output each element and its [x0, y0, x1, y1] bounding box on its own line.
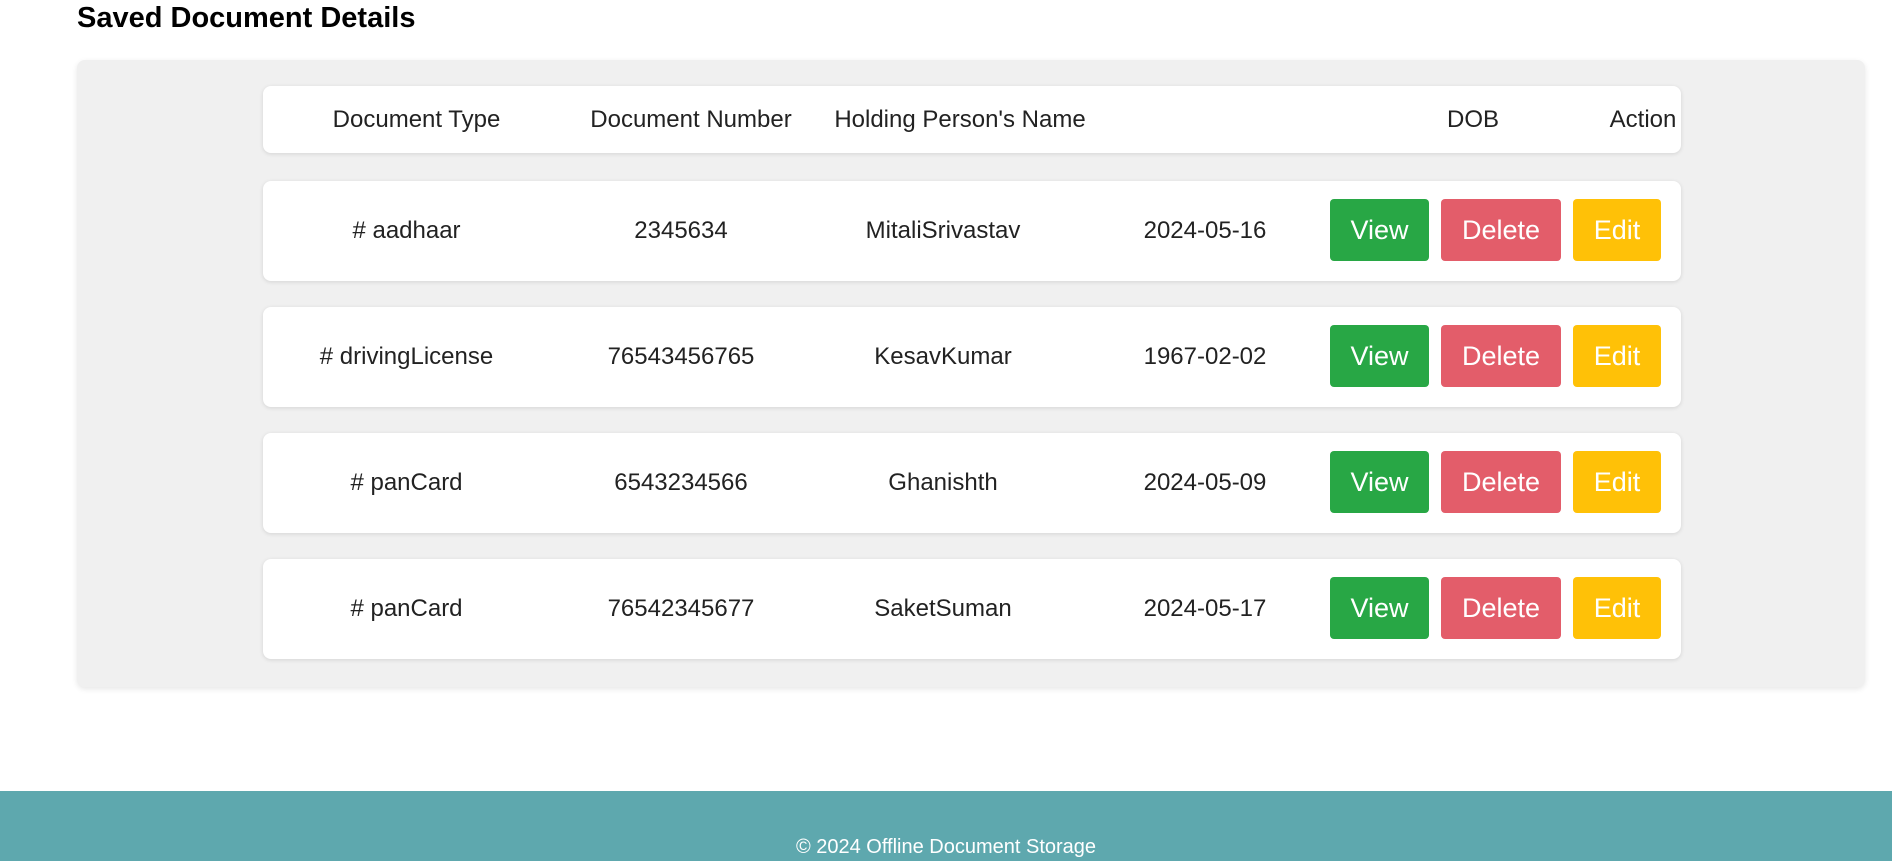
cell-holder-name: KesavKumar	[874, 343, 1012, 370]
table-row: # drivingLicense 76543456765 KesavKumar …	[263, 307, 1681, 407]
documents-panel: Document Type Document Number Holding Pe…	[77, 60, 1865, 687]
edit-button[interactable]: Edit	[1573, 577, 1661, 639]
cell-dob: 2024-05-16	[1143, 217, 1267, 244]
page-title: Saved Document Details	[77, 2, 416, 34]
edit-button[interactable]: Edit	[1573, 199, 1661, 261]
header-dob: DOB	[1446, 105, 1499, 133]
view-button[interactable]: View	[1330, 325, 1429, 387]
view-button[interactable]: View	[1330, 577, 1429, 639]
cell-holder-name: Ghanishth	[888, 469, 998, 496]
header-action: Action	[1609, 105, 1677, 133]
cell-holder-name: MitaliSrivastav	[865, 217, 1021, 244]
page-footer: © 2024 Offline Document Storage	[0, 791, 1892, 861]
footer-copyright: © 2024 Offline Document Storage	[795, 836, 1097, 858]
row-actions: View Delete Edit	[1330, 451, 1661, 513]
cell-document-type: # panCard	[350, 469, 463, 496]
delete-button[interactable]: Delete	[1441, 577, 1561, 639]
cell-document-type: # drivingLicense	[319, 343, 494, 370]
cell-document-number: 6543234566	[614, 469, 748, 496]
view-button[interactable]: View	[1330, 451, 1429, 513]
table-row: # aadhaar 2345634 MitaliSrivastav 2024-0…	[263, 181, 1681, 281]
view-button[interactable]: View	[1330, 199, 1429, 261]
header-holder-name: Holding Person's Name	[834, 105, 1086, 133]
page-root: Saved Document Details Document Type Doc…	[0, 0, 1892, 861]
cell-document-type: # aadhaar	[352, 217, 461, 244]
table-row: # panCard 76542345677 SaketSuman 2024-05…	[263, 559, 1681, 659]
row-actions: View Delete Edit	[1330, 199, 1661, 261]
delete-button[interactable]: Delete	[1441, 199, 1561, 261]
cell-dob: 2024-05-09	[1143, 469, 1267, 496]
row-actions: View Delete Edit	[1330, 325, 1661, 387]
cell-dob: 1967-02-02	[1143, 343, 1267, 370]
cell-document-type: # panCard	[350, 595, 463, 622]
edit-button[interactable]: Edit	[1573, 325, 1661, 387]
delete-button[interactable]: Delete	[1441, 451, 1561, 513]
cell-document-number: 2345634	[634, 217, 728, 244]
cell-holder-name: SaketSuman	[874, 595, 1012, 622]
header-document-number: Document Number	[590, 105, 792, 133]
header-document-type: Document Type	[332, 105, 501, 133]
delete-button[interactable]: Delete	[1441, 325, 1561, 387]
cell-document-number: 76543456765	[607, 343, 755, 370]
table-header: Document Type Document Number Holding Pe…	[263, 86, 1681, 153]
row-actions: View Delete Edit	[1330, 577, 1661, 639]
cell-dob: 2024-05-17	[1143, 595, 1267, 622]
cell-document-number: 76542345677	[607, 595, 755, 622]
table-row: # panCard 6543234566 Ghanishth 2024-05-0…	[263, 433, 1681, 533]
edit-button[interactable]: Edit	[1573, 451, 1661, 513]
